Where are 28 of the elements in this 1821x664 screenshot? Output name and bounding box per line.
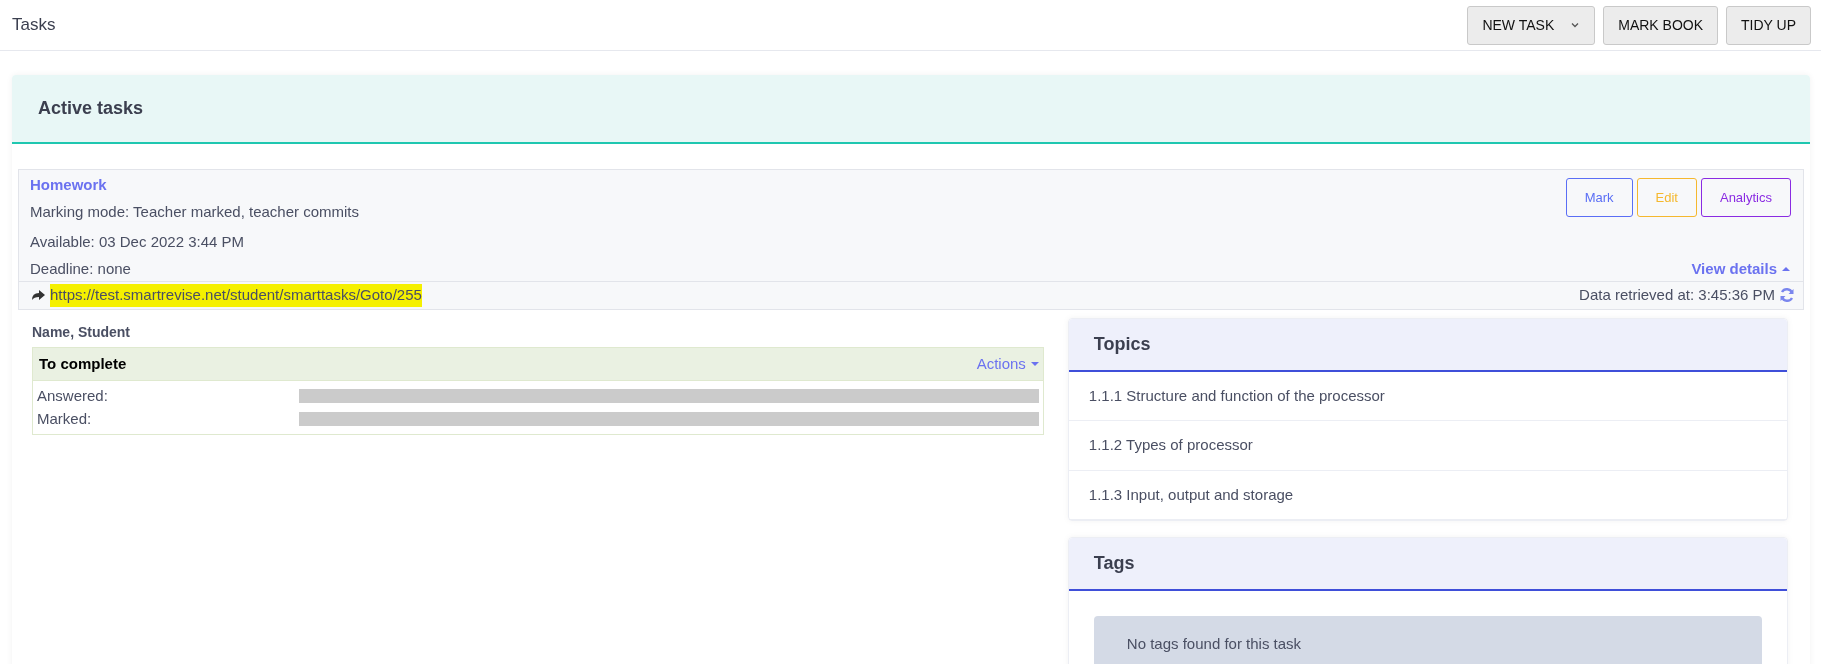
available-text: Available: 03 Dec 2022 3:44 PM: [30, 232, 246, 252]
topic-item[interactable]: 1.1.1 Structure and function of the processor: [1068, 371, 1787, 421]
new-task-dropdown[interactable]: NEW TASK: [1467, 5, 1596, 45]
no-tags-alert: No tags found for this task: [1093, 616, 1762, 664]
task-action-button[interactable]: Analytics: [1700, 178, 1791, 217]
marking-mode-text: Marking mode: Teacher marked, teacher commits: [30, 201, 360, 222]
topic-item[interactable]: 1.1.2 Types of processor: [1068, 421, 1787, 471]
data-retrieved-text: Data retrieved at: 3:45:36 PM: [1579, 285, 1775, 305]
refresh-icon[interactable]: [1779, 287, 1795, 304]
task-url-link[interactable]: https://test.smartrevise.net/student/smarttasks/Goto/255: [50, 284, 422, 307]
topics-title: Topics: [1068, 318, 1787, 372]
task-name-link[interactable]: Homework: [30, 174, 360, 197]
chevron-down-icon: [1570, 20, 1581, 30]
view-details-link[interactable]: View details: [1691, 257, 1791, 280]
status-title: To complete: [39, 353, 127, 374]
page-title: Tasks: [12, 14, 56, 37]
student-name: Name, Student: [32, 322, 131, 342]
forward-arrow-icon: [30, 288, 46, 303]
actions-dropdown[interactable]: Actions: [976, 352, 1040, 375]
topic-item[interactable]: 1.1.3 Input, output and storage: [1068, 470, 1787, 520]
deadline-text: Deadline: none: [30, 258, 132, 279]
progress-label: Marked:: [37, 408, 93, 429]
toolbar-button[interactable]: TIDY UP: [1726, 5, 1811, 45]
tags-title: Tags: [1068, 538, 1787, 591]
progress-label: Answered:: [37, 386, 109, 406]
task-action-button[interactable]: Mark: [1565, 178, 1633, 217]
toolbar-button[interactable]: MARK BOOK: [1603, 5, 1718, 45]
panel-title: Active tasks: [38, 98, 144, 118]
